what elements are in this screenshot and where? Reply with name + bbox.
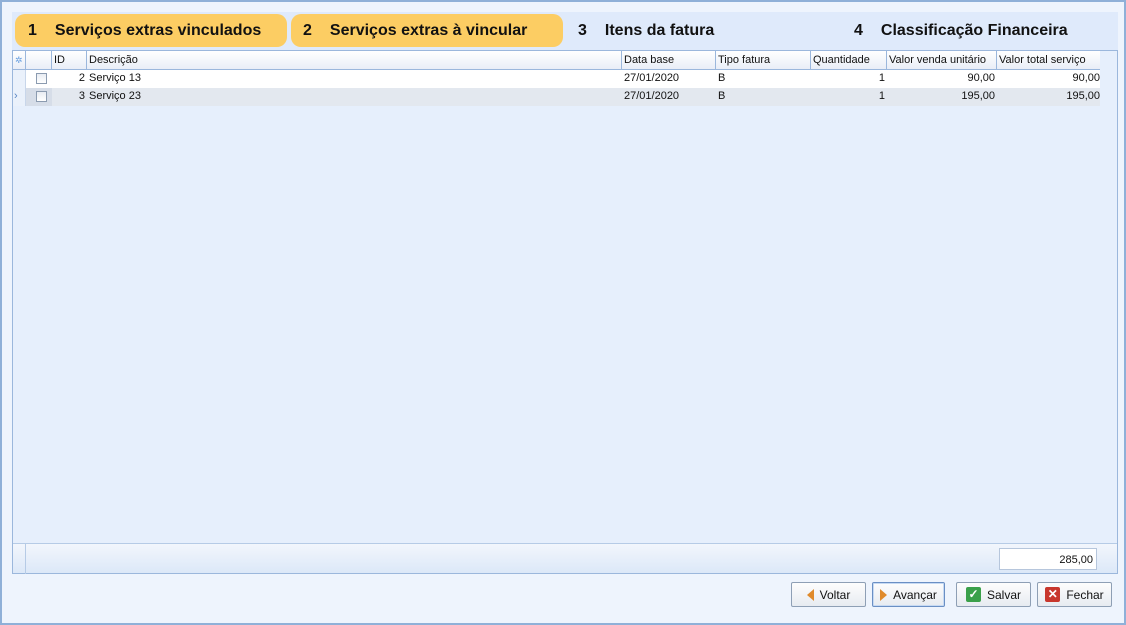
salvar-label: Salvar [986, 587, 1021, 602]
cell-quantidade: 1 [878, 90, 885, 102]
step-servicos-extras-vinculados[interactable]: 1 Serviços extras vinculados [15, 14, 287, 47]
row-indicator [13, 70, 26, 88]
cell-descricao: Serviço 23 [89, 90, 141, 102]
step-classificacao-financeira[interactable]: 4 Classificação Financeira [841, 14, 1111, 47]
header-id[interactable]: ID [52, 51, 87, 70]
cell-data-base: 27/01/2020 [622, 70, 716, 88]
step-number: 4 [854, 21, 863, 39]
header-valor-total-servico[interactable]: Valor total serviço [997, 51, 1102, 70]
arrow-left-icon [806, 588, 814, 601]
services-grid: ✲ ID Descrição Data base Tipo fatura Qua… [12, 50, 1118, 574]
header-valor-venda-unitario[interactable]: Valor venda unitário [887, 51, 997, 70]
header-data-base[interactable]: Data base [622, 51, 716, 70]
header-tipo-fatura[interactable]: Tipo fatura [716, 51, 811, 70]
wizard-steps: 1 Serviços extras vinculados 2 Serviços … [12, 12, 1118, 50]
table-row[interactable]: › 3 Serviço 23 27/01/2020 B 1 195,00 195… [13, 88, 1102, 106]
cell-valor-unitario: 90,00 [887, 70, 997, 88]
cell-id: 3 [78, 90, 85, 102]
header-descricao[interactable]: Descrição [87, 51, 622, 70]
row-checkbox-cell [26, 70, 52, 88]
cell-valor-unitario: 195,00 [961, 90, 995, 102]
step-label: Classificação Financeira [880, 21, 1068, 39]
avancar-label: Avançar [893, 587, 937, 602]
step-label: Itens da fatura [604, 21, 715, 39]
cell-tipo-fatura: B [716, 70, 811, 88]
table-row[interactable]: 2 Serviço 13 27/01/2020 B 1 90,00 90,00 [13, 70, 1102, 88]
fechar-button[interactable]: ✕ Fechar [1037, 582, 1112, 607]
step-number: 3 [578, 21, 587, 39]
header-select[interactable] [26, 51, 52, 70]
step-label: Serviços extras à vincular [329, 21, 528, 39]
current-row-indicator-icon: › [13, 88, 26, 106]
check-icon: ✓ [965, 587, 981, 602]
cell-tipo-fatura: B [718, 90, 726, 102]
voltar-button[interactable]: Voltar [791, 582, 866, 607]
cell-data-base: 27/01/2020 [624, 90, 680, 102]
step-itens-da-fatura[interactable]: 3 Itens da fatura [565, 14, 805, 47]
grid-footer: 285,00 [13, 543, 1117, 574]
arrow-right-icon [880, 588, 888, 601]
step-servicos-extras-a-vincular[interactable]: 2 Serviços extras à vincular [291, 14, 563, 47]
footer-divider [25, 544, 26, 574]
cell-valor-total: 90,00 [997, 70, 1102, 88]
cell-quantidade: 1 [811, 70, 887, 88]
header-quantidade[interactable]: Quantidade [811, 51, 887, 70]
salvar-button[interactable]: ✓ Salvar [956, 582, 1031, 607]
main-window: 1 Serviços extras vinculados 2 Serviços … [0, 0, 1126, 625]
cell-descricao: Serviço 13 [87, 70, 622, 88]
avancar-button[interactable]: Avançar [872, 582, 945, 607]
grid-body: 2 Serviço 13 27/01/2020 B 1 90,00 90,00 … [13, 70, 1102, 106]
cell-id: 2 [52, 70, 87, 88]
voltar-label: Voltar [819, 587, 851, 602]
step-number: 2 [303, 21, 312, 39]
step-number: 1 [28, 21, 37, 39]
row-checkbox[interactable] [36, 91, 47, 102]
close-icon: ✕ [1045, 587, 1061, 602]
total-valor-servico: 285,00 [999, 548, 1097, 570]
step-label: Serviços extras vinculados [54, 21, 262, 39]
column-chooser-icon[interactable]: ✲ [13, 51, 26, 70]
grid-header: ✲ ID Descrição Data base Tipo fatura Qua… [13, 51, 1102, 70]
row-checkbox-cell [26, 88, 52, 106]
fechar-label: Fechar [1066, 587, 1104, 602]
row-checkbox[interactable] [36, 73, 47, 84]
cell-valor-total: 195,00 [1066, 90, 1100, 102]
vertical-scroll-area[interactable] [1100, 51, 1117, 544]
